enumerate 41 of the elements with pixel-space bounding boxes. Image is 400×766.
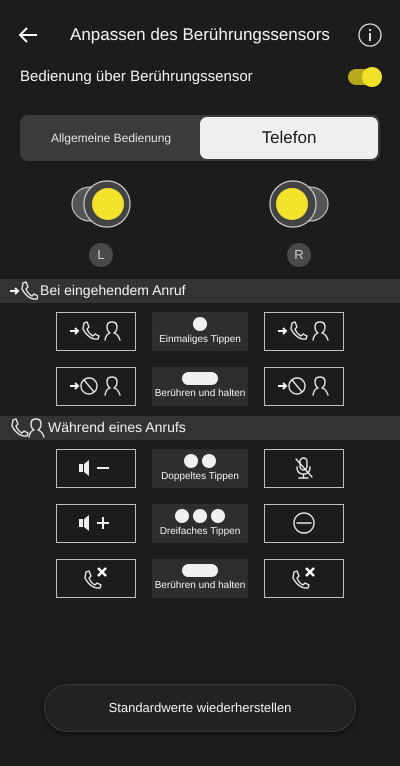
hold-pill-icon	[182, 372, 218, 385]
gesture-label: Berühren und halten	[154, 580, 246, 592]
action-button[interactable]	[264, 312, 344, 350]
section-title: Während eines Anrufs	[48, 418, 186, 437]
minus-circle-icon	[292, 511, 316, 535]
action-button[interactable]	[264, 366, 344, 406]
dots-icon	[184, 454, 216, 468]
gesture-label: Berühren und halten	[154, 388, 246, 400]
arrow-phone-icon	[10, 280, 38, 300]
hold-pill-icon	[182, 564, 218, 577]
phone-person-icon	[10, 418, 46, 438]
section-title: Bei eingehendem Anruf	[40, 281, 186, 300]
sensor-toggle[interactable]	[348, 69, 380, 86]
earbud-side-label: R	[287, 242, 311, 266]
earbud-icon	[70, 178, 132, 228]
reset-button[interactable]: Standardwerte wiederherstellen	[44, 684, 356, 732]
action-button[interactable]	[264, 448, 344, 488]
arrow-phone-person-icon	[278, 321, 330, 341]
action-button[interactable]	[56, 504, 136, 542]
tab[interactable]: Telefon	[200, 116, 378, 158]
page-title: Anpassen des Berührungssensors	[70, 24, 330, 46]
sensor-control-label: Bedienung über Berührungssensor	[20, 67, 253, 87]
earbud-icon	[268, 178, 330, 228]
gesture-label: Doppeltes Tippen	[161, 470, 239, 482]
dot-icon	[193, 316, 207, 330]
gesture-label: Dreifaches Tippen	[160, 526, 240, 538]
tab[interactable]: Allgemeine Bedienung	[22, 116, 200, 158]
action-button[interactable]	[264, 558, 344, 598]
arrow-phone-person-icon	[70, 321, 122, 341]
arrow-blocked-person-icon	[278, 376, 330, 396]
action-button[interactable]	[56, 448, 136, 488]
action-button[interactable]	[56, 312, 136, 350]
arrow-blocked-person-icon	[70, 376, 122, 396]
earbud-side-label: L	[89, 242, 113, 266]
action-button[interactable]	[56, 558, 136, 598]
gesture-label: Einmaliges Tippen	[159, 334, 241, 346]
action-button[interactable]	[56, 366, 136, 406]
back-arrow-icon[interactable]	[18, 26, 38, 44]
action-button[interactable]	[264, 504, 344, 542]
info-icon[interactable]	[358, 23, 382, 47]
dots-icon	[175, 508, 225, 522]
